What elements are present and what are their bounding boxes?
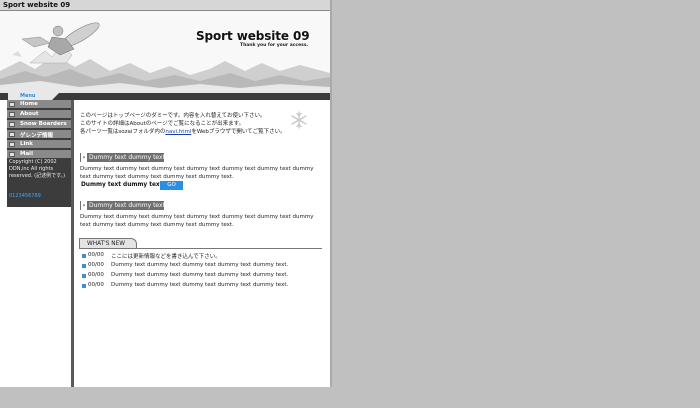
sidebar-item-label: About [20, 111, 39, 117]
intro-line: このサイトの詳細はAboutのページでご覧になることが出来ます。 [80, 121, 245, 127]
menu-tab: Menu [8, 93, 52, 100]
news-date: 00/00 [88, 262, 104, 268]
window-title-bar: Sport website 09 [0, 0, 330, 11]
section-heading-text: Dummy text dummy text [89, 154, 165, 161]
sidebar-item-snow-boarders[interactable]: Snow Boarders [7, 120, 73, 129]
square-bullet-icon [9, 132, 15, 137]
section-heading: › Dummy text dummy text [80, 201, 165, 210]
sidebar: Home About Snow Boarders ゲレンデ情報 Link Mai… [7, 100, 73, 207]
news-text: Dummy text dummy text dummy text dummy t… [111, 282, 289, 288]
sidebar-item-label: Link [20, 141, 33, 147]
square-bullet-icon [9, 112, 15, 117]
page: Sport website 09 Sport website 09 Thank … [0, 0, 330, 387]
square-bullet-icon [9, 152, 15, 157]
news-date: 00/00 [88, 272, 104, 278]
news-text: Dummy text dummy text dummy text dummy t… [111, 272, 289, 278]
sidebar-item-link[interactable]: Link [7, 140, 73, 149]
section-heading-text: Dummy text dummy text [89, 202, 165, 209]
news-text: ここには更新情報などを書き込んで下さい。 [111, 254, 221, 260]
square-bullet-icon [82, 264, 86, 268]
square-bullet-icon [9, 142, 15, 147]
go-label: Dummy text dummy text [81, 182, 163, 188]
intro-line: 各パーツ一覧はsozaiフォルダ内のnavi.htmlをWebブラウザで開いてご… [80, 128, 294, 136]
news-divider [79, 248, 322, 249]
main-content: このページはトップページのダミーです。内容を入れ替えてお使い下さい。 このサイト… [74, 100, 330, 387]
square-bullet-icon [9, 122, 15, 127]
snowflake-icon [291, 111, 307, 129]
intro-text: このページはトップページのダミーです。内容を入れ替えてお使い下さい。 このサイト… [80, 112, 294, 136]
sidebar-item-about[interactable]: About [7, 110, 73, 119]
menu-bar: Menu [0, 93, 330, 100]
mountain-snowboarder-illustration [0, 11, 330, 93]
phone-number: 0123456789 [9, 193, 41, 199]
sidebar-item-gelande[interactable]: ゲレンデ情報 [7, 130, 73, 139]
tab-label: WHAT'S NEW [87, 241, 125, 247]
menu-tab-edge [52, 93, 59, 100]
sidebar-item-label: Mail [20, 151, 33, 157]
sidebar-item-home[interactable]: Home [7, 100, 73, 109]
go-button[interactable]: GO [160, 181, 183, 190]
news-date: 00/00 [88, 282, 104, 288]
chevron-right-icon: › [81, 153, 87, 162]
intro-line: このページはトップページのダミーです。内容を入れ替えてお使い下さい。 [80, 113, 266, 119]
section-body: Dummy text dummy text dummy text dummy t… [80, 166, 314, 180]
window-title: Sport website 09 [3, 1, 71, 9]
square-bullet-icon [9, 102, 15, 107]
square-bullet-icon [82, 274, 86, 278]
section-heading: › Dummy text dummy text [80, 153, 165, 162]
menu-tab-label: Menu [20, 93, 36, 99]
square-bullet-icon [82, 254, 86, 258]
sidebar-item-label: Home [20, 101, 38, 107]
sidebar-item-mail[interactable]: Mail [7, 150, 73, 159]
news-text: Dummy text dummy text dummy text dummy t… [111, 262, 289, 268]
chevron-right-icon: › [81, 201, 87, 210]
sidebar-item-label: Snow Boarders [20, 121, 67, 127]
sidebar-item-label: ゲレンデ情報 [20, 133, 54, 139]
header-banner: Sport website 09 Thank you for your acce… [0, 11, 330, 93]
copyright-text: Copyright (C) 2002 DDN,inc All rights re… [9, 159, 66, 179]
navi-link[interactable]: navi.html [165, 129, 191, 135]
page-edge-shadow [330, 0, 332, 387]
intro-line-text: をWebブラウザで開いてご覧下さい。 [191, 129, 286, 135]
square-bullet-icon [82, 284, 86, 288]
site-title: Sport website 09 [196, 29, 310, 43]
section-body: Dummy text dummy text dummy text dummy t… [80, 214, 314, 228]
site-tagline: Thank you for your access. [240, 43, 309, 48]
intro-line-text: 各パーツ一覧はsozaiフォルダ内の [80, 129, 166, 135]
news-date: 00/00 [88, 252, 104, 258]
